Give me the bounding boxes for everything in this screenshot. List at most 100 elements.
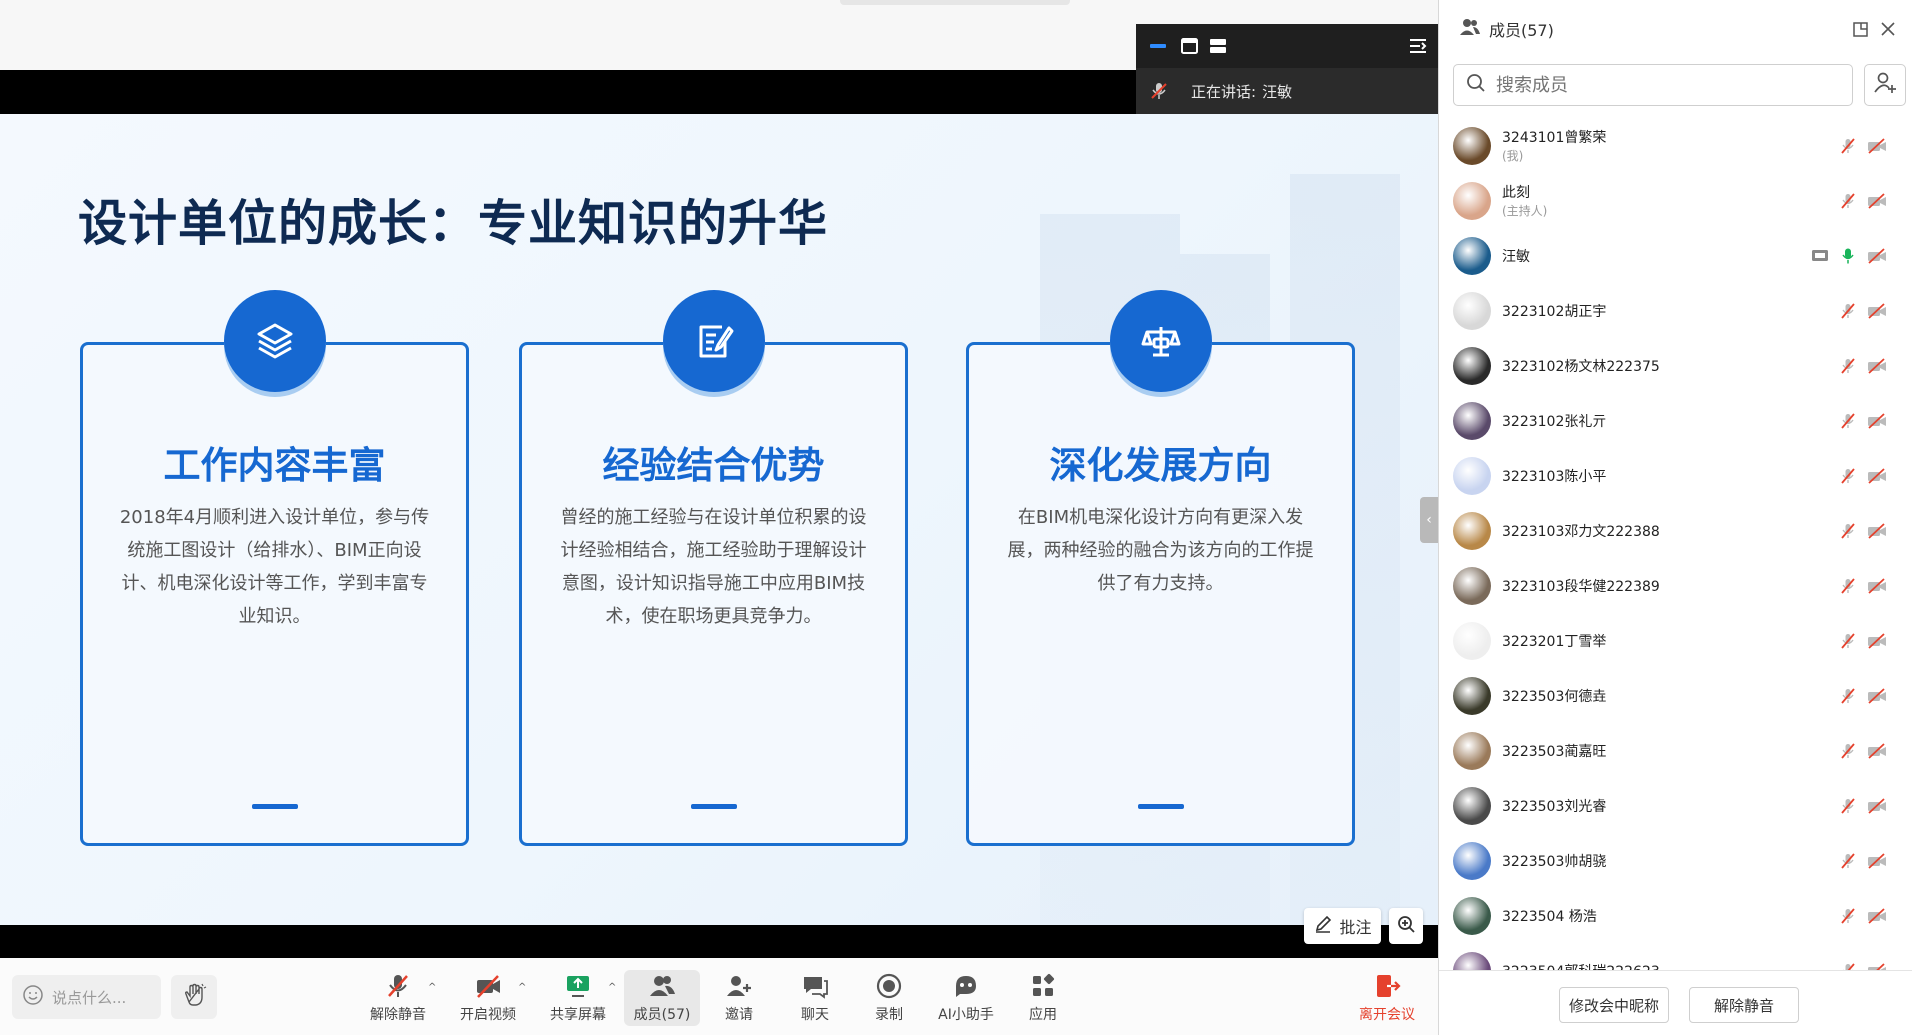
ai-assistant-button[interactable]: AI小助手 (928, 972, 1004, 1028)
camera-off-icon[interactable] (1867, 797, 1887, 815)
camera-off-icon[interactable] (1867, 192, 1887, 210)
annotate-button[interactable]: 批注 (1304, 908, 1381, 944)
mic-muted-icon[interactable] (1839, 742, 1857, 760)
share-screen-button[interactable]: 共享屏幕 (540, 972, 616, 1028)
camera-off-icon[interactable] (1867, 412, 1887, 430)
member-row[interactable]: 3223201丁雪举 (1439, 613, 1912, 668)
camera-off-icon[interactable] (1867, 467, 1887, 485)
audio-options-caret[interactable]: ^ (428, 982, 436, 993)
member-row[interactable]: 3223503蔺嘉旺 (1439, 723, 1912, 778)
member-row[interactable]: 3223103邓力文222388 (1439, 503, 1912, 558)
annotate-label: 批注 (1339, 918, 1372, 937)
record-button[interactable]: 录制 (851, 972, 927, 1028)
member-row[interactable]: 3223503帅胡骁 (1439, 833, 1912, 888)
member-status-icons (1839, 907, 1887, 925)
avatar (1453, 896, 1491, 935)
mic-muted-icon[interactable] (1839, 907, 1857, 925)
share-options-caret[interactable]: ^ (608, 982, 616, 993)
card-body: 在BIM机电深化设计方向有更深入发展，两种经验的融合为该方向的工作提供了有力支持… (1007, 507, 1314, 594)
add-member-button[interactable] (1864, 64, 1906, 106)
mic-muted-icon[interactable] (1839, 577, 1857, 595)
member-status-icons (1839, 192, 1887, 210)
video-options-caret[interactable]: ^ (518, 982, 526, 993)
window-view-icon[interactable] (1180, 36, 1200, 56)
record-icon (874, 972, 904, 1000)
start-video-button[interactable]: 开启视频 (450, 972, 526, 1028)
member-row[interactable]: 3223103陈小平 (1439, 448, 1912, 503)
speaking-label: 正在讲话: (1191, 82, 1257, 101)
camera-off-icon[interactable] (1867, 137, 1887, 155)
camera-off-icon[interactable] (1867, 907, 1887, 925)
member-status-icons (1839, 797, 1887, 815)
chat-label: 聊天 (801, 1007, 829, 1023)
member-row[interactable]: 3223102张礼亓 (1439, 393, 1912, 448)
mic-muted-icon[interactable] (1839, 412, 1857, 430)
apps-button[interactable]: 应用 (1005, 972, 1081, 1028)
chat-button[interactable]: 聊天 (777, 972, 853, 1028)
mic-muted-icon[interactable] (1839, 467, 1857, 485)
quick-chat-input[interactable]: 说点什么... (12, 975, 161, 1019)
member-status-icons (1839, 632, 1887, 650)
mic-muted-icon[interactable] (1839, 137, 1857, 155)
close-icon[interactable] (1879, 20, 1897, 42)
member-name: 3243101曾繁荣 (1502, 130, 1607, 146)
camera-off-icon[interactable] (1867, 742, 1887, 760)
collapse-sidebar-tab[interactable]: ‹ (1420, 497, 1438, 543)
member-search[interactable] (1453, 64, 1853, 106)
camera-off-icon[interactable] (1867, 577, 1887, 595)
members-button[interactable]: 成员(57) (624, 970, 700, 1026)
mic-muted-icon[interactable] (1839, 632, 1857, 650)
camera-off-icon[interactable] (1867, 522, 1887, 540)
leave-meeting-button[interactable]: 离开会议 (1347, 972, 1427, 1028)
raise-hand-button[interactable] (171, 975, 217, 1019)
members-icon (1459, 17, 1481, 41)
member-row[interactable]: 3223504郭科瑞222623 (1439, 943, 1912, 970)
member-text: 3223503刘光睿 (1502, 796, 1606, 816)
card-accent-bar (690, 804, 737, 809)
member-row[interactable]: 3223504 杨浩 (1439, 888, 1912, 943)
collapse-list-icon[interactable] (1408, 36, 1428, 56)
unmute-button[interactable]: 解除静音 (360, 972, 436, 1028)
member-row[interactable]: 3223503刘光睿 (1439, 778, 1912, 833)
member-row[interactable]: 汪敏 (1439, 228, 1912, 283)
camera-off-icon[interactable] (1867, 962, 1887, 970)
gallery-view-icon[interactable] (1208, 36, 1228, 56)
members-icon (647, 972, 677, 1000)
mic-muted-icon[interactable] (1839, 522, 1857, 540)
member-name: 3223503何德垚 (1502, 688, 1607, 705)
camera-off-icon (473, 972, 503, 1000)
camera-off-icon[interactable] (1867, 247, 1887, 265)
rename-nickname-button[interactable]: 修改会中昵称 (1559, 987, 1669, 1023)
mic-on-icon[interactable] (1839, 247, 1857, 265)
camera-off-icon[interactable] (1867, 302, 1887, 320)
zoom-in-button[interactable] (1389, 908, 1423, 944)
slide-title: 设计单位的成长：专业知识的升华 (78, 195, 829, 252)
member-row[interactable]: 此刻 (主持人) (1439, 173, 1912, 228)
mic-muted-icon[interactable] (1839, 687, 1857, 705)
popout-icon[interactable] (1852, 20, 1870, 42)
mic-muted-icon[interactable] (1839, 962, 1857, 970)
camera-off-icon[interactable] (1867, 852, 1887, 870)
member-row[interactable]: 3223102胡正宇 (1439, 283, 1912, 338)
invite-button[interactable]: 邀请 (701, 972, 777, 1028)
member-row[interactable]: 3243101曾繁荣 (我) (1439, 118, 1912, 173)
emoji-icon[interactable] (22, 984, 44, 1010)
search-input[interactable] (1496, 74, 1826, 96)
mic-muted-icon[interactable] (1839, 357, 1857, 375)
member-row[interactable]: 3223503何德垚 (1439, 668, 1912, 723)
members-sidebar: 成员(57) 3243101曾繁荣(我)此刻(主持人)汪敏3223102胡正宇3… (1438, 0, 1912, 1035)
camera-off-icon[interactable] (1867, 687, 1887, 705)
camera-off-icon[interactable] (1867, 357, 1887, 375)
document-edit-icon (662, 290, 765, 392)
member-row[interactable]: 3223103段华健222389 (1439, 558, 1912, 613)
mic-muted-icon[interactable] (1839, 852, 1857, 870)
avatar (1453, 841, 1491, 880)
speaker-view-icon[interactable] (1149, 36, 1169, 56)
member-row[interactable]: 3223102杨文林222375 (1439, 338, 1912, 393)
unmute-self-button[interactable]: 解除静音 (1689, 987, 1799, 1023)
mic-muted-icon[interactable] (1839, 192, 1857, 210)
mic-muted-icon[interactable] (1839, 302, 1857, 320)
member-status-icons (1839, 412, 1887, 430)
mic-muted-icon[interactable] (1839, 797, 1857, 815)
camera-off-icon[interactable] (1867, 632, 1887, 650)
